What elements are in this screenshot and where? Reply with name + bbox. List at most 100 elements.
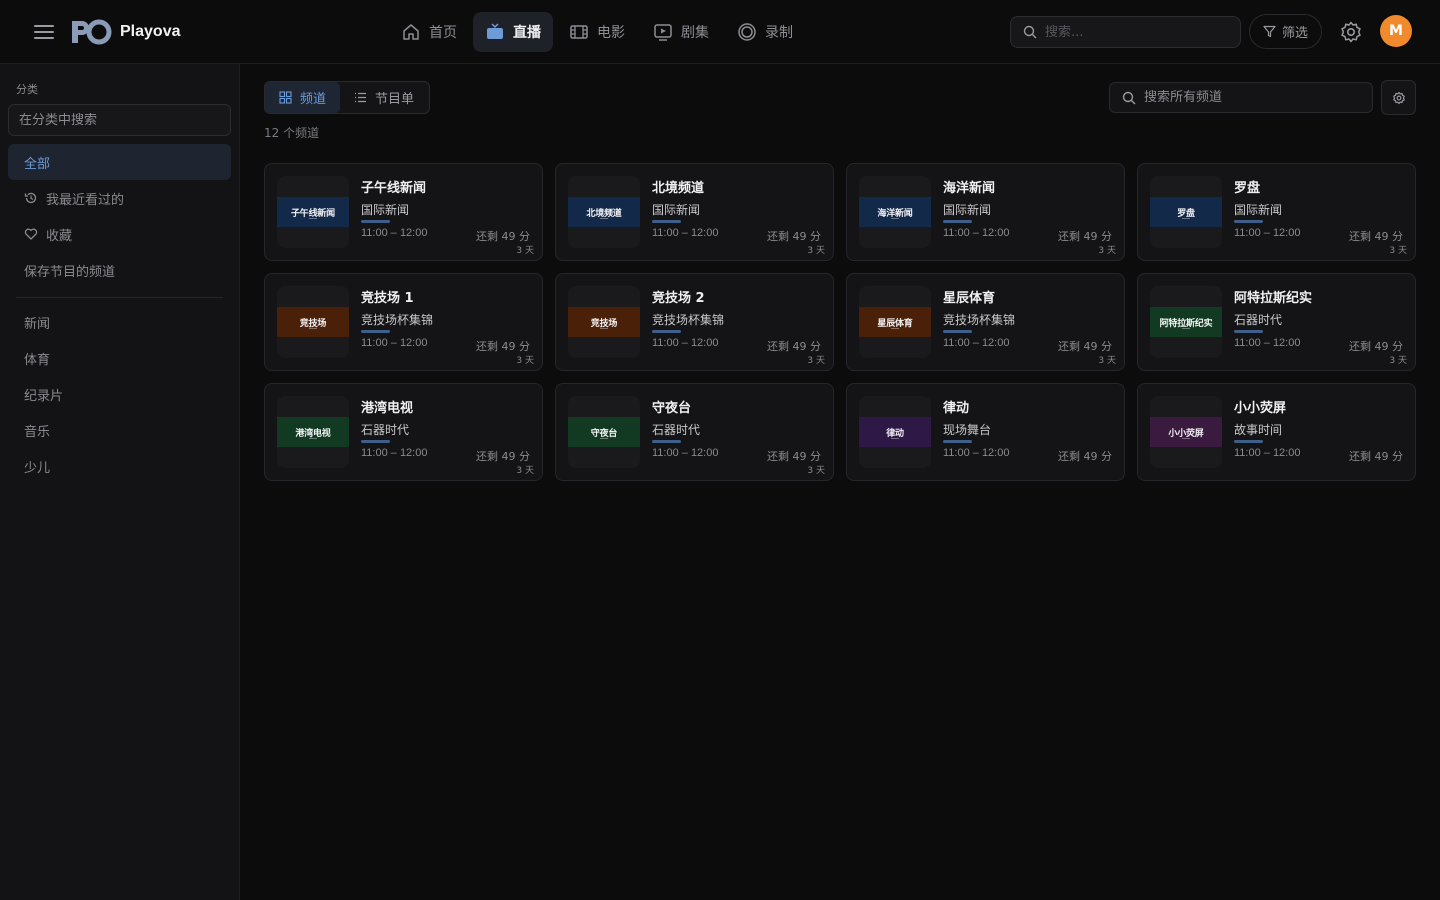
program-time: 11:00 – 12:00 xyxy=(652,447,719,459)
nav-home-label: 首页 xyxy=(429,25,457,41)
sidebar-item-saved-programs[interactable]: 保存节目的频道 xyxy=(8,252,231,288)
nav-live-label: 直播 xyxy=(513,25,541,41)
program-progress-bar xyxy=(943,330,972,333)
channel-search-input[interactable] xyxy=(1144,90,1364,105)
channel-card[interactable]: 罗盘 罗盘 国际新闻 11:00 – 12:00 还剩 49 分 3 天 xyxy=(1137,163,1416,261)
filter-button[interactable]: 筛选 xyxy=(1249,14,1322,49)
catchup-days: 3 天 xyxy=(1098,356,1116,366)
record-icon xyxy=(738,23,756,41)
time-remaining: 还剩 49 分 xyxy=(1349,340,1403,353)
channel-card[interactable]: 海洋新闻 海洋新闻 国际新闻 11:00 – 12:00 还剩 49 分 3 天 xyxy=(846,163,1125,261)
sidebar-item-label: 收藏 xyxy=(46,228,73,244)
category-search-input[interactable] xyxy=(19,112,219,128)
time-remaining: 还剩 49 分 xyxy=(1349,450,1403,463)
user-avatar[interactable]: M xyxy=(1380,15,1412,47)
current-program: 故事时间 xyxy=(1234,423,1283,437)
current-program: 竞技场杯集锦 xyxy=(943,313,1016,327)
channel-name: 港湾电视 xyxy=(361,401,414,416)
current-program: 竞技场杯集锦 xyxy=(361,313,434,327)
nav-recordings[interactable]: 录制 xyxy=(725,12,805,52)
sidebar-item-music[interactable]: 音乐 xyxy=(8,412,231,448)
channel-name: 海洋新闻 xyxy=(943,181,996,196)
catchup-days: 3 天 xyxy=(1389,246,1407,256)
sidebar-item-news[interactable]: 新闻 xyxy=(8,304,231,340)
channel-card[interactable]: 律动 律动 现场舞台 11:00 – 12:00 还剩 49 分 xyxy=(846,383,1125,481)
global-search[interactable] xyxy=(1010,16,1241,48)
sidebar-title: 分类 xyxy=(16,83,38,96)
time-remaining: 还剩 49 分 xyxy=(1349,230,1403,243)
channel-card[interactable]: 小小荧屏 小小荧屏 故事时间 11:00 – 12:00 还剩 49 分 xyxy=(1137,383,1416,481)
channel-logo-underline xyxy=(891,218,899,219)
program-time: 11:00 – 12:00 xyxy=(1234,227,1301,239)
sidebar-item-kids[interactable]: 少儿 xyxy=(8,448,231,484)
channel-name: 子午线新闻 xyxy=(361,181,427,196)
program-progress-bar xyxy=(361,440,390,443)
channel-card[interactable]: 子午线新闻 子午线新闻 国际新闻 11:00 – 12:00 还剩 49 分 3 天 xyxy=(264,163,543,261)
channel-logo-label: 小小荧屏 xyxy=(1150,417,1222,447)
global-search-input[interactable] xyxy=(1045,24,1215,40)
sidebar-item-label: 少儿 xyxy=(24,460,51,476)
channel-logo-underline xyxy=(600,438,608,439)
channel-card[interactable]: 竞技场 竞技场 2 竞技场杯集锦 11:00 – 12:00 还剩 49 分 3 天 xyxy=(555,273,834,371)
channel-logo-label: 罗盘 xyxy=(1150,197,1222,227)
sidebar-item-documentary[interactable]: 纪录片 xyxy=(8,376,231,412)
channel-card[interactable]: 守夜台 守夜台 石器时代 11:00 – 12:00 还剩 49 分 3 天 xyxy=(555,383,834,481)
channel-logo-label: 律动 xyxy=(859,417,931,447)
channel-card[interactable]: 星辰体育 星辰体育 竞技场杯集锦 11:00 – 12:00 还剩 49 分 3 天 xyxy=(846,273,1125,371)
program-time: 11:00 – 12:00 xyxy=(1234,337,1301,349)
tab-guide[interactable]: 节目单 xyxy=(340,82,428,113)
category-search[interactable] xyxy=(8,104,231,136)
channel-logo: 罗盘 xyxy=(1150,176,1222,248)
sidebar-item-label: 保存节目的频道 xyxy=(24,264,116,280)
history-icon xyxy=(24,192,37,204)
program-time: 11:00 – 12:00 xyxy=(943,337,1010,349)
tv-icon xyxy=(487,23,503,39)
channel-logo-underline xyxy=(1182,328,1190,329)
current-program: 竞技场杯集锦 xyxy=(652,313,725,327)
channel-card[interactable]: 阿特拉斯纪实 阿特拉斯纪实 石器时代 11:00 – 12:00 还剩 49 分 3 天 xyxy=(1137,273,1416,371)
channel-logo: 小小荧屏 xyxy=(1150,396,1222,468)
tab-channels[interactable]: 频道 xyxy=(265,82,341,113)
channel-card[interactable]: 港湾电视 港湾电视 石器时代 11:00 – 12:00 还剩 49 分 3 天 xyxy=(264,383,543,481)
time-remaining: 还剩 49 分 xyxy=(767,230,821,243)
sidebar-item-label: 音乐 xyxy=(24,424,51,440)
logo-mark-icon xyxy=(72,19,112,45)
film-icon xyxy=(570,25,588,39)
search-icon xyxy=(1122,91,1136,104)
channel-grid: 子午线新闻 子午线新闻 国际新闻 11:00 – 12:00 还剩 49 分3 天北境频… xyxy=(264,163,1416,481)
channel-search[interactable] xyxy=(1109,82,1373,113)
sidebar-item-label: 新闻 xyxy=(24,316,51,332)
settings-gear-icon[interactable] xyxy=(1339,20,1363,44)
menu-icon[interactable] xyxy=(34,22,54,42)
channel-name: 北境频道 xyxy=(652,181,705,196)
nav-home[interactable]: 首页 xyxy=(389,12,469,52)
program-progress-bar xyxy=(361,330,390,333)
channel-card[interactable]: 竞技场 竞技场 1 竞技场杯集锦 11:00 – 12:00 还剩 49 分 3 天 xyxy=(264,273,543,371)
sidebar-item-sports[interactable]: 体育 xyxy=(8,340,231,376)
channel-card[interactable]: 北境频道 北境频道 国际新闻 11:00 – 12:00 还剩 49 分 3 天 xyxy=(555,163,834,261)
channel-logo-label: 子午线新闻 xyxy=(277,197,349,227)
nav-series[interactable]: 剧集 xyxy=(641,12,721,52)
time-remaining: 还剩 49 分 xyxy=(767,450,821,463)
grid-settings-button[interactable] xyxy=(1381,80,1416,115)
sidebar-item-recent[interactable]: 我最近看过的 xyxy=(8,180,231,216)
app-logo[interactable]: Playova xyxy=(70,18,180,46)
top-bar: Playova 首页 直播 电影 剧集 录制 筛选 xyxy=(0,0,1440,64)
nav-live[interactable]: 直播 xyxy=(473,12,553,52)
view-toggle: 频道 节目单 xyxy=(264,81,430,114)
program-progress-bar xyxy=(652,330,681,333)
time-remaining: 还剩 49 分 xyxy=(476,230,530,243)
sidebar-item-all[interactable]: 全部 xyxy=(8,144,231,180)
home-icon xyxy=(403,24,419,40)
sidebar-item-favorites[interactable]: 收藏 xyxy=(8,216,231,252)
sidebar-item-label: 全部 xyxy=(24,156,51,172)
current-program: 国际新闻 xyxy=(361,203,410,217)
nav-movies-label: 电影 xyxy=(597,25,625,41)
channel-logo-underline xyxy=(309,218,317,219)
time-remaining: 还剩 49 分 xyxy=(476,340,530,353)
nav-movies[interactable]: 电影 xyxy=(557,12,637,52)
channel-logo-underline xyxy=(891,438,899,439)
channel-name: 守夜台 xyxy=(652,401,692,416)
category-sidebar: 分类 全部 我最近看过的 收藏 保存节目的频道 新闻 体育 纪录片 音乐 少儿 xyxy=(0,64,240,900)
channel-logo-underline xyxy=(600,328,608,329)
